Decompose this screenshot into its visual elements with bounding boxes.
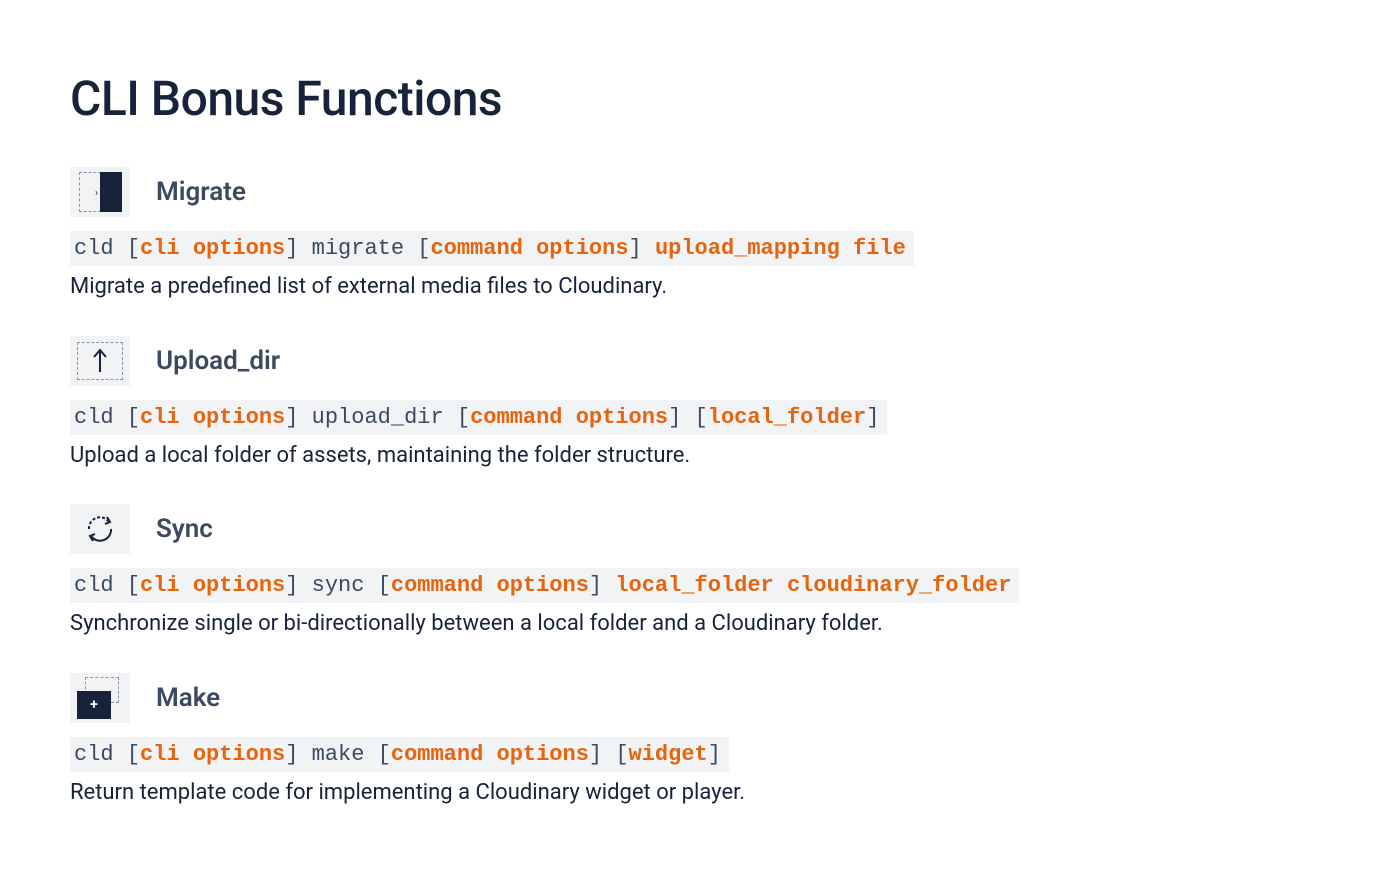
command-syntax: cld [cli options] migrate [command optio… <box>70 231 914 266</box>
page-title: CLI Bonus Functions <box>70 70 1330 127</box>
function-title: Migrate <box>156 177 246 207</box>
command-syntax: cld [cli options] sync [command options]… <box>70 568 1019 603</box>
function-upload-dir: Upload_dir cld [cli options] upload_dir … <box>70 336 1330 471</box>
function-header: › Migrate <box>70 167 1330 217</box>
upload-icon <box>70 336 130 386</box>
function-description: Migrate a predefined list of external me… <box>70 272 1330 302</box>
sync-icon <box>70 504 130 554</box>
migrate-icon: › <box>70 167 130 217</box>
function-title: Make <box>156 683 220 713</box>
function-make: + Make cld [cli options] make [command o… <box>70 673 1330 808</box>
function-header: + Make <box>70 673 1330 723</box>
function-header: Upload_dir <box>70 336 1330 386</box>
function-migrate: › Migrate cld [cli options] migrate [com… <box>70 167 1330 302</box>
function-sync: Sync cld [cli options] sync [command opt… <box>70 504 1330 639</box>
command-syntax: cld [cli options] upload_dir [command op… <box>70 400 887 435</box>
make-icon: + <box>70 673 130 723</box>
function-description: Upload a local folder of assets, maintai… <box>70 441 1330 471</box>
function-title: Upload_dir <box>156 346 280 376</box>
function-description: Synchronize single or bi-directionally b… <box>70 609 1330 639</box>
function-title: Sync <box>156 514 213 544</box>
function-description: Return template code for implementing a … <box>70 778 1330 808</box>
command-syntax: cld [cli options] make [command options]… <box>70 737 729 772</box>
function-header: Sync <box>70 504 1330 554</box>
